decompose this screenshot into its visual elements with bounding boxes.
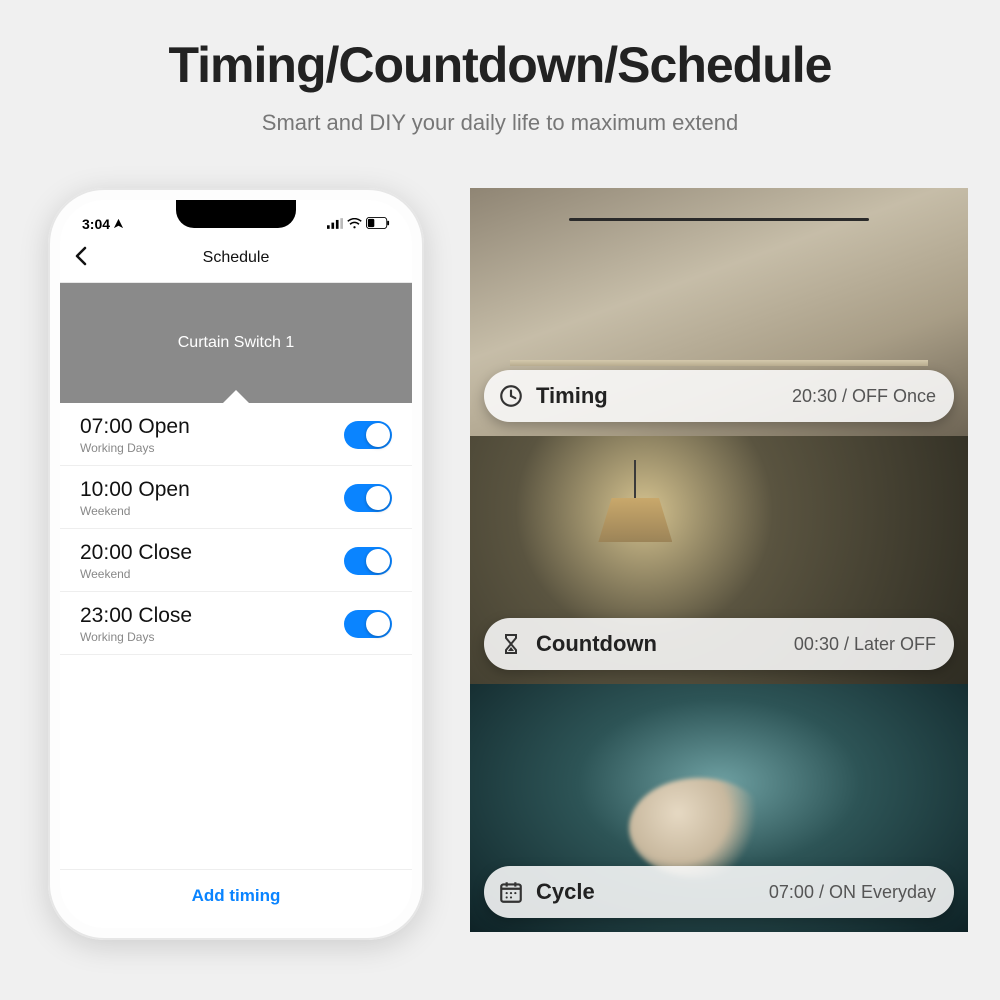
- row-action: Open: [138, 478, 189, 501]
- page-subtitle: Smart and DIY your daily life to maximum…: [0, 110, 1000, 136]
- toggle-switch[interactable]: [344, 484, 392, 512]
- calendar-icon: [496, 877, 526, 907]
- nav-bar: Schedule: [60, 240, 412, 283]
- row-days: Weekend: [80, 504, 190, 518]
- pill-label: Timing: [536, 383, 608, 409]
- phone-notch: [176, 200, 296, 228]
- add-timing-button[interactable]: Add timing: [60, 869, 412, 928]
- feature-panels: Timing 20:30 / OFF Once Countdown 00:30 …: [470, 188, 968, 940]
- panel-countdown: Countdown 00:30 / Later OFF: [470, 436, 968, 684]
- schedule-row[interactable]: 23:00 Close Working Days: [60, 592, 412, 655]
- row-time: 20:00: [80, 541, 133, 564]
- toggle-switch[interactable]: [344, 547, 392, 575]
- device-name: Curtain Switch 1: [60, 334, 412, 352]
- pill-value: 20:30 / OFF Once: [792, 386, 936, 407]
- row-action: Close: [138, 541, 192, 564]
- device-banner: Curtain Switch 1: [60, 283, 412, 403]
- toggle-switch[interactable]: [344, 610, 392, 638]
- nav-title: Schedule: [60, 249, 412, 267]
- row-action: Close: [138, 604, 192, 627]
- hourglass-icon: [496, 629, 526, 659]
- toggle-switch[interactable]: [344, 421, 392, 449]
- row-action: Open: [138, 415, 189, 438]
- row-days: Working Days: [80, 630, 192, 644]
- pill-countdown: Countdown 00:30 / Later OFF: [484, 618, 954, 670]
- location-icon: [113, 216, 124, 232]
- back-button[interactable]: [74, 246, 88, 270]
- clock-icon: [496, 381, 526, 411]
- battery-icon: [366, 216, 390, 232]
- wifi-icon: [347, 216, 362, 232]
- row-time: 10:00: [80, 478, 133, 501]
- row-days: Weekend: [80, 567, 192, 581]
- pill-cycle: Cycle 07:00 / ON Everyday: [484, 866, 954, 918]
- schedule-row[interactable]: 10:00 Open Weekend: [60, 466, 412, 529]
- pill-value: 00:30 / Later OFF: [794, 634, 936, 655]
- pill-label: Countdown: [536, 631, 657, 657]
- phone-screen: 3:04: [60, 200, 412, 928]
- page-title: Timing/Countdown/Schedule: [0, 36, 1000, 94]
- schedule-list[interactable]: 07:00 Open Working Days 10:00 Open Weeke…: [60, 403, 412, 869]
- status-time: 3:04: [82, 216, 110, 232]
- row-time: 07:00: [80, 415, 133, 438]
- schedule-row[interactable]: 07:00 Open Working Days: [60, 403, 412, 466]
- signal-icon: [327, 216, 343, 232]
- pill-value: 07:00 / ON Everyday: [769, 882, 936, 903]
- panel-timing: Timing 20:30 / OFF Once: [470, 188, 968, 436]
- row-time: 23:00: [80, 604, 133, 627]
- row-days: Working Days: [80, 441, 190, 455]
- phone-mockup: 3:04: [48, 188, 424, 940]
- panel-cycle: Cycle 07:00 / ON Everyday: [470, 684, 968, 932]
- schedule-row[interactable]: 20:00 Close Weekend: [60, 529, 412, 592]
- pill-timing: Timing 20:30 / OFF Once: [484, 370, 954, 422]
- pill-label: Cycle: [536, 879, 595, 905]
